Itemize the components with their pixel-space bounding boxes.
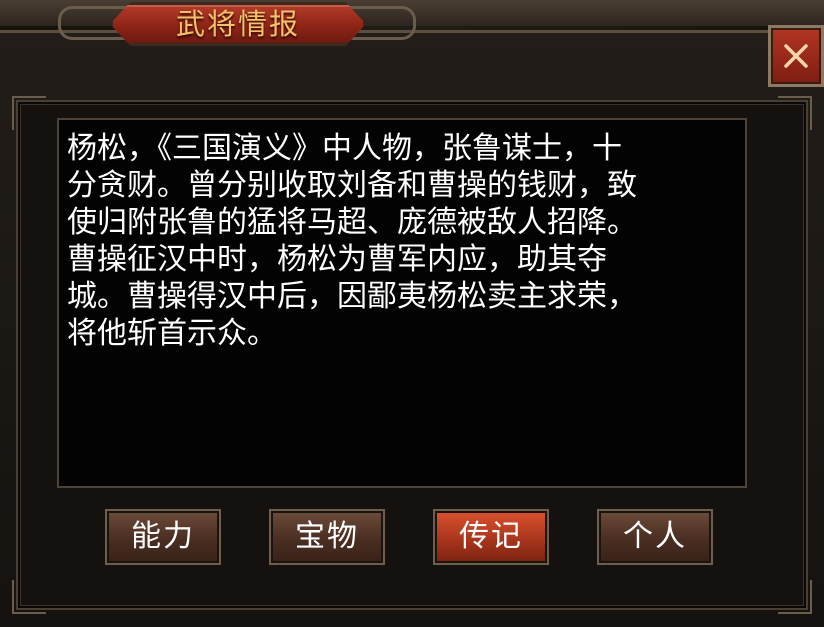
close-button[interactable] <box>768 25 824 87</box>
tab-biography[interactable]: 传记 <box>435 511 547 563</box>
corner-ornament-bottom-left <box>12 580 46 614</box>
biography-box: 杨松，《三国演义》中人物，张鲁谋士，十 分贪财。曾分别收取刘备和曹操的钱财，致 … <box>57 118 747 488</box>
close-icon <box>784 44 808 68</box>
tab-ability[interactable]: 能力 <box>107 511 219 563</box>
tab-treasure[interactable]: 宝物 <box>271 511 383 563</box>
biography-text: 杨松，《三国演义》中人物，张鲁谋士，十 分贪财。曾分别收取刘备和曹操的钱财，致 … <box>67 131 637 351</box>
corner-ornament-bottom-right <box>778 580 812 614</box>
dialog-panel: 武将情报 杨松，《三国演义》中人物，张鲁谋士，十 分贪财。曾分别收取刘备和曹操的… <box>0 0 824 627</box>
dialog-title: 武将情报 <box>175 7 300 41</box>
corner-ornament-top-right <box>778 96 812 130</box>
corner-ornament-top-left <box>12 96 46 130</box>
tab-personal[interactable]: 个人 <box>599 511 711 563</box>
